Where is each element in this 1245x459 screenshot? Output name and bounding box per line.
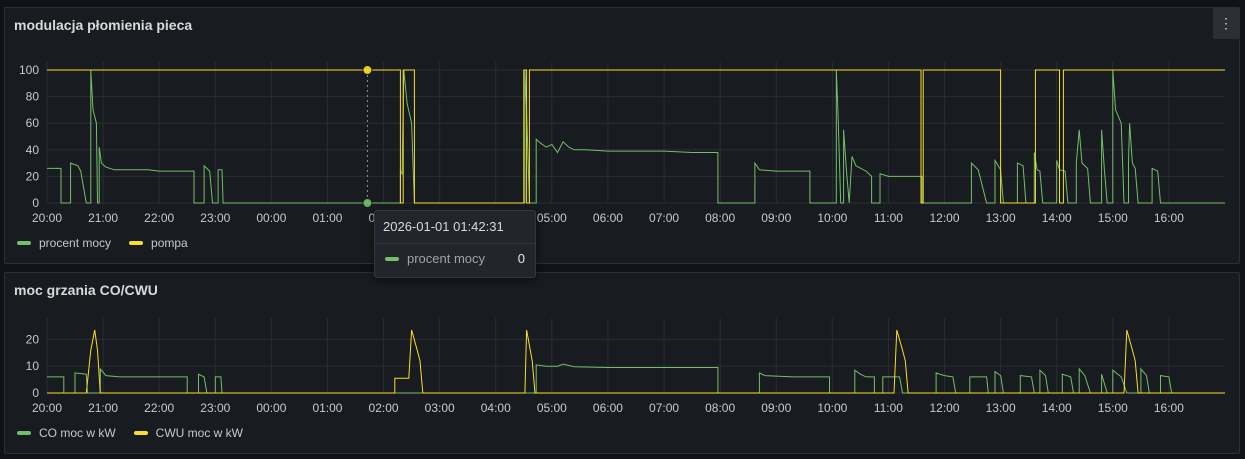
x-tick-label: 14:00 [1042,401,1072,415]
legend: CO moc w kW CWU moc w kW [17,426,243,440]
x-tick-label: 07:00 [649,401,679,415]
legend-swatch [129,241,144,245]
x-tick-label: 12:00 [930,211,960,225]
x-tick-label: 13:00 [986,401,1016,415]
chart-panel-heating-power: moc grzania CO/CWU 0 10 20 20:00 21:00 22:00 2… [4,272,1240,454]
legend-item-procent-mocy[interactable]: procent mocy [17,236,111,250]
x-tick-label: 02:00 [369,401,399,415]
x-tick-label: 08:00 [705,401,735,415]
tooltip-value: 0 [517,251,525,266]
x-tick-label: 20:00 [32,211,62,225]
x-tick-label: 14:00 [1042,211,1072,225]
x-tick-label: 21:00 [88,211,118,225]
x-tick-label: 08:00 [705,211,735,225]
x-tick-label: 22:00 [144,211,174,225]
y-tick-label: 20 [26,169,40,183]
legend-label: procent mocy [39,236,112,250]
x-tick-label: 00:00 [256,401,286,415]
x-tick-label: 03:00 [425,401,455,415]
x-tick-label: 09:00 [761,401,791,415]
x-tick-label: 16:00 [1154,211,1184,225]
flame-modulation-chart[interactable]: 0 20 40 60 80 100 20:00 21:00 22:00 23:00 00:00 01:… [5,8,1241,265]
tooltip-divider [375,243,535,244]
x-tick-label: 09:00 [761,211,791,225]
y-tick-label: 100 [19,63,39,77]
hover-point [362,198,373,208]
tooltip-swatch [385,256,399,261]
legend-label: CO moc w kW [39,426,116,440]
x-tick-label: 01:00 [312,401,342,415]
legend-label: pompa [151,236,188,250]
x-tick-label: 11:00 [874,401,903,415]
y-tick-label: 80 [26,90,40,104]
tooltip-row: procent mocy 0 [385,251,525,266]
x-tick-label: 20:00 [32,401,62,415]
x-tick-label: 00:00 [256,211,286,225]
tooltip-series: procent mocy [407,251,486,266]
x-tick-label: 04:00 [481,401,511,415]
y-tick-label: 0 [32,386,39,400]
legend-swatch [17,431,31,435]
x-tick-label: 06:00 [593,401,623,415]
legend-item-cwu-moc[interactable]: CWU moc w kW [133,426,243,440]
y-tick-label: 60 [26,116,40,130]
x-tick-label: 05:00 [537,211,567,225]
legend-swatch [133,431,148,435]
x-tick-label: 23:00 [200,211,230,225]
x-tick-label: 06:00 [593,211,623,225]
x-tick-label: 13:00 [986,211,1016,225]
y-tick-label: 0 [32,196,39,210]
legend-item-pompa[interactable]: pompa [129,236,188,250]
y-tick-label: 40 [26,143,40,157]
x-tick-label: 15:00 [1098,211,1128,225]
legend-swatch [17,241,31,245]
x-tick-label: 10:00 [817,211,847,225]
x-tick-label: 01:00 [312,211,342,225]
x-tick-label: 15:00 [1098,401,1128,415]
x-tick-label: 21:00 [88,401,118,415]
legend-item-co-moc[interactable]: CO moc w kW [17,426,116,440]
chart-panel-flame-modulation: modulacja płomienia pieca ⋮ 0 20 40 60 80 100… [4,7,1240,264]
x-tick-label: 10:00 [817,401,847,415]
x-tick-label: 16:00 [1154,401,1184,415]
x-tick-label: 12:00 [930,401,960,415]
hover-tooltip: 2026-01-01 01:42:31 procent mocy 0 [374,210,536,278]
y-tick-label: 20 [26,332,40,346]
x-tick-label: 07:00 [649,211,679,225]
series-line-procent-mocy [47,69,1225,204]
legend: procent mocy pompa [17,236,188,250]
x-tick-label: 05:00 [537,401,567,415]
x-tick-label: 11:00 [874,211,903,225]
tooltip-time: 2026-01-01 01:42:31 [383,219,504,234]
legend-label: CWU moc w kW [155,426,243,440]
x-tick-label: 22:00 [144,401,174,415]
hover-point [362,65,373,75]
x-tick-label: 23:00 [200,401,230,415]
y-tick-label: 10 [26,359,40,373]
series-line-CO-moc-w-kW [47,363,1225,394]
series-line-pompa [47,69,1225,204]
